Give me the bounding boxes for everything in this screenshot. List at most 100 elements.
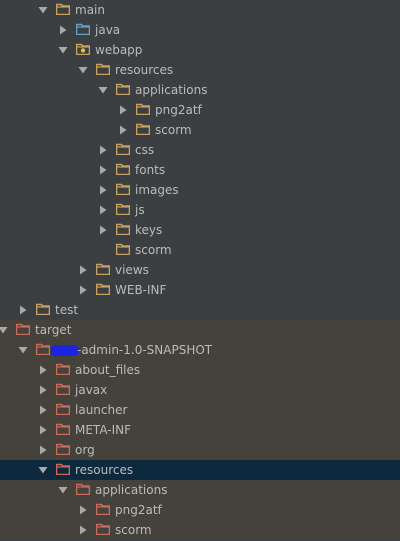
tree-row-label: META-INF <box>75 423 132 437</box>
tree-row[interactable]: java <box>0 20 400 40</box>
excluded-folder-icon <box>56 383 70 395</box>
folder-icon <box>96 283 110 295</box>
tree-row[interactable]: css <box>0 140 400 160</box>
tree-row[interactable]: test <box>0 300 400 320</box>
excluded-folder-icon <box>56 403 70 415</box>
tree-row-label: -admin-1.0-SNAPSHOT <box>77 343 213 357</box>
excluded-folder-icon <box>96 523 110 535</box>
tree-row-label: WEB-INF <box>115 283 167 297</box>
excluded-folder-icon <box>56 443 70 455</box>
collapse-arrow-icon[interactable] <box>77 284 89 296</box>
collapse-arrow-icon[interactable] <box>37 384 49 396</box>
tree-row[interactable]: png2atf <box>0 500 400 520</box>
folder-icon <box>116 163 130 175</box>
excluded-folder-icon <box>76 483 90 495</box>
tree-row[interactable]: applications <box>0 480 400 500</box>
tree-row-label: js <box>135 203 145 217</box>
excluded-folder-icon <box>16 323 30 335</box>
project-tree[interactable]: main java webapp resources applications png2a… <box>0 0 400 541</box>
collapse-arrow-icon[interactable] <box>37 364 49 376</box>
tree-row[interactable]: target <box>0 320 400 340</box>
tree-row[interactable]: scorm <box>0 120 400 140</box>
tree-row[interactable]: webapp <box>0 40 400 60</box>
collapse-arrow-icon[interactable] <box>117 104 129 116</box>
tree-row-label: applications <box>95 483 168 497</box>
folder-icon <box>116 203 130 215</box>
tree-row[interactable]: js <box>0 200 400 220</box>
expand-arrow-icon[interactable] <box>97 84 109 96</box>
excluded-folder-icon <box>56 363 70 375</box>
collapse-arrow-icon[interactable] <box>37 404 49 416</box>
folder-icon <box>36 303 50 315</box>
tree-row[interactable]: fonts <box>0 160 400 180</box>
collapse-arrow-icon[interactable] <box>37 444 49 456</box>
expand-arrow-icon[interactable] <box>57 44 69 56</box>
redaction-mark <box>51 345 79 356</box>
tree-row-label: java <box>95 23 121 37</box>
collapse-arrow-icon[interactable] <box>117 124 129 136</box>
folder-icon <box>136 123 150 135</box>
collapse-arrow-icon[interactable] <box>97 144 109 156</box>
tree-row-label: resources <box>75 463 134 477</box>
tree-row[interactable]: WEB-INF <box>0 280 400 300</box>
collapse-arrow-icon[interactable] <box>97 224 109 236</box>
expand-arrow-icon[interactable] <box>37 4 49 16</box>
expand-arrow-icon[interactable] <box>77 64 89 76</box>
collapse-arrow-icon[interactable] <box>97 204 109 216</box>
tree-row-label: test <box>55 303 79 317</box>
tree-row-label: png2atf <box>115 503 162 517</box>
expand-arrow-icon[interactable] <box>0 324 9 336</box>
collapse-arrow-icon[interactable] <box>17 304 29 316</box>
tree-row-label: scorm <box>135 243 172 257</box>
tree-row-label: scorm <box>115 523 152 537</box>
tree-row[interactable]: main <box>0 0 400 20</box>
excluded-folder-icon <box>96 503 110 515</box>
tree-row-label: org <box>75 443 95 457</box>
tree-row[interactable]: images <box>0 180 400 200</box>
tree-row[interactable]: png2atf <box>0 100 400 120</box>
collapse-arrow-icon[interactable] <box>77 504 89 516</box>
tree-row[interactable]: org <box>0 440 400 460</box>
tree-row[interactable]: applications <box>0 80 400 100</box>
tree-row[interactable]: -admin-1.0-SNAPSHOT <box>0 340 400 360</box>
tree-row-label: javax <box>75 383 108 397</box>
web-folder-icon <box>76 43 90 55</box>
collapse-arrow-icon[interactable] <box>77 264 89 276</box>
tree-row[interactable]: keys <box>0 220 400 240</box>
tree-row[interactable]: resources <box>0 460 400 480</box>
folder-icon <box>116 223 130 235</box>
expand-arrow-icon[interactable] <box>37 464 49 476</box>
tree-row[interactable]: launcher <box>0 400 400 420</box>
collapse-arrow-icon[interactable] <box>97 164 109 176</box>
tree-row-label: target <box>35 323 72 337</box>
tree-row[interactable]: scorm <box>0 240 400 260</box>
collapse-arrow-icon[interactable] <box>37 424 49 436</box>
folder-icon <box>96 63 110 75</box>
tree-row-label: png2atf <box>155 103 202 117</box>
tree-row[interactable]: META-INF <box>0 420 400 440</box>
tree-row[interactable]: views <box>0 260 400 280</box>
tree-row[interactable]: resources <box>0 60 400 80</box>
expand-arrow-icon[interactable] <box>17 344 29 356</box>
folder-icon <box>116 243 130 255</box>
collapse-arrow-icon[interactable] <box>57 24 69 36</box>
collapse-arrow-icon[interactable] <box>77 524 89 536</box>
expand-arrow-icon[interactable] <box>57 484 69 496</box>
tree-row-label: scorm <box>155 123 192 137</box>
excluded-folder-icon <box>56 463 70 475</box>
tree-row-label: about_files <box>75 363 141 377</box>
tree-row[interactable]: javax <box>0 380 400 400</box>
folder-icon <box>56 3 70 15</box>
collapse-arrow-icon[interactable] <box>97 184 109 196</box>
tree-row-label: resources <box>115 63 174 77</box>
tree-row-label: keys <box>135 223 163 237</box>
excluded-folder-icon <box>56 423 70 435</box>
excluded-folder-icon <box>36 343 50 355</box>
tree-row[interactable]: scorm <box>0 520 400 540</box>
tree-row-label: applications <box>135 83 208 97</box>
tree-row[interactable]: about_files <box>0 360 400 380</box>
tree-row-label: webapp <box>95 43 143 57</box>
tree-row-label: images <box>135 183 179 197</box>
folder-icon <box>116 183 130 195</box>
folder-icon <box>96 263 110 275</box>
